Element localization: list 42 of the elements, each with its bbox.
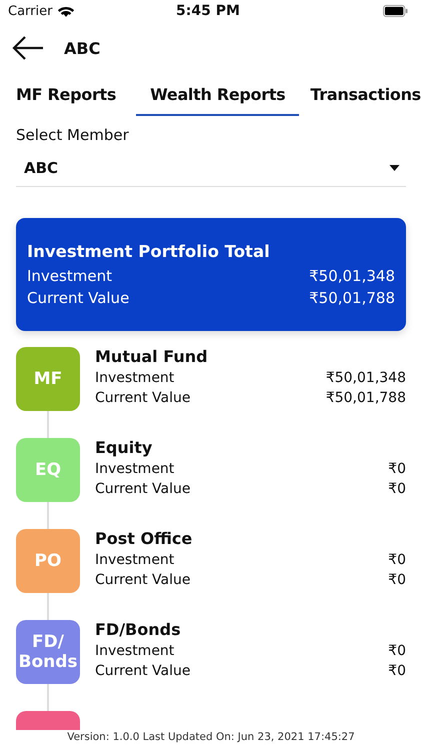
row-label: Current Value bbox=[95, 390, 190, 406]
row-label: Investment bbox=[95, 643, 174, 659]
row-value: ₹50,01,348 bbox=[309, 267, 395, 285]
back-arrow-icon[interactable] bbox=[12, 35, 44, 61]
category-name: Mutual Fund bbox=[95, 347, 209, 366]
category-badge: FD/ Bonds bbox=[16, 620, 80, 684]
row-value: ₹0 bbox=[388, 461, 406, 477]
row-label: Investment bbox=[95, 461, 174, 477]
category-name: Equity bbox=[95, 438, 154, 457]
screen-title: ABC bbox=[64, 38, 100, 58]
row-label: Investment bbox=[95, 370, 174, 386]
row-value: ₹0 bbox=[388, 481, 406, 497]
row-value: ₹0 bbox=[388, 643, 406, 659]
row-value: ₹0 bbox=[388, 552, 406, 568]
category-name: Post Office bbox=[95, 529, 194, 548]
tab[interactable]: MF Reports bbox=[0, 74, 136, 116]
card-title: Investment Portfolio Total bbox=[27, 242, 271, 261]
row-value: ₹0 bbox=[388, 572, 406, 588]
dropdown-caret-icon bbox=[389, 165, 400, 171]
member-dropdown[interactable]: ABC bbox=[16, 150, 406, 187]
category-badge: MF bbox=[16, 347, 80, 411]
row-label: Current Value bbox=[95, 481, 190, 497]
row-label: Current Value bbox=[27, 289, 130, 307]
tab[interactable]: Transactions bbox=[299, 74, 422, 116]
status-time: 5:45 PM bbox=[176, 3, 240, 19]
row-value: ₹0 bbox=[388, 663, 406, 679]
row-value: ₹50,01,788 bbox=[309, 289, 395, 307]
battery-icon bbox=[382, 5, 408, 17]
version-info: Version: 1.0.0 Last Updated On: Jun 23, 2021 17:45:27 bbox=[66, 730, 356, 745]
category-badge: PO bbox=[16, 529, 80, 593]
row-label: Current Value bbox=[95, 663, 190, 679]
field-label: Select Member bbox=[15, 125, 130, 144]
category-badge: EQ bbox=[16, 438, 80, 502]
wifi-icon bbox=[57, 4, 76, 18]
row-value: ₹50,01,348 bbox=[326, 370, 406, 386]
tab[interactable]: Wealth Reports bbox=[136, 74, 300, 116]
row-label: Investment bbox=[27, 267, 112, 285]
row-value: ₹50,01,788 bbox=[326, 390, 406, 406]
category-name: FD/Bonds bbox=[95, 620, 182, 639]
carrier-name: Carrier bbox=[8, 4, 52, 18]
row-label: Current Value bbox=[95, 572, 190, 588]
row-label: Investment bbox=[95, 552, 174, 568]
